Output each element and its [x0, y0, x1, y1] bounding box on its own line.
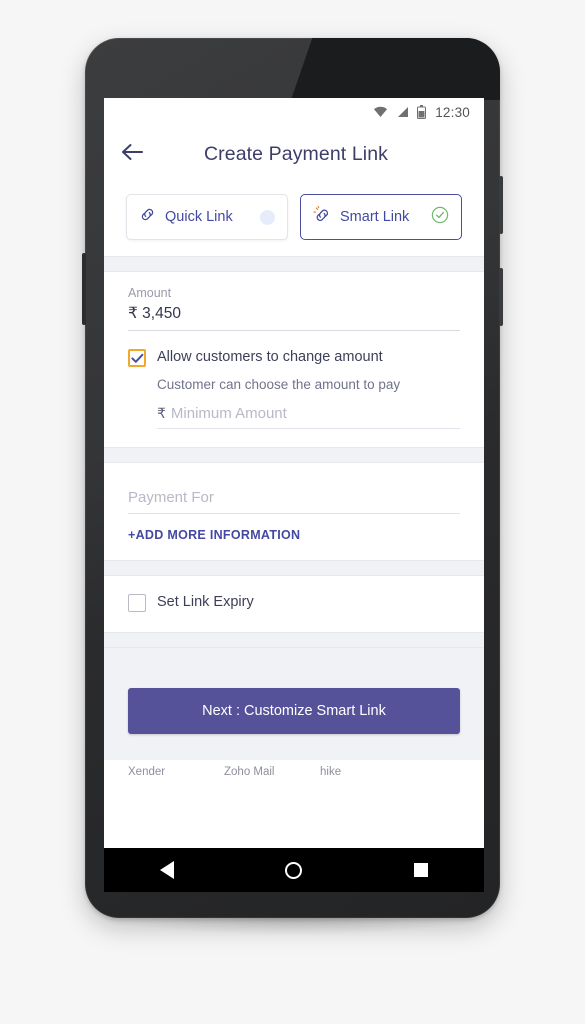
- tab-quick-link-label: Quick Link: [165, 209, 233, 225]
- amount-value: ₹ 3,450: [128, 305, 181, 322]
- allow-change-checkbox[interactable]: [128, 349, 146, 367]
- set-expiry-label: Set Link Expiry: [157, 594, 254, 610]
- home-screen-peek: Xender Zoho Mail hike: [104, 760, 484, 822]
- rupee-icon: ₹: [157, 405, 166, 421]
- chain-link-icon: [139, 206, 156, 228]
- signal-icon: [396, 106, 409, 118]
- tab-smart-link-label: Smart Link: [340, 209, 410, 225]
- smart-chain-link-icon: [313, 205, 331, 229]
- next-customize-smart-link-button[interactable]: Next : Customize Smart Link: [128, 688, 460, 734]
- phone-frame: 12:30 Create Payment Link Quick Link Sma…: [82, 38, 503, 918]
- phone-screen: 12:30 Create Payment Link Quick Link Sma…: [104, 98, 484, 848]
- page-title: Create Payment Link: [204, 142, 388, 165]
- arrow-left-icon: [121, 143, 143, 166]
- volume-down-button[interactable]: [499, 268, 503, 326]
- allow-change-row[interactable]: Allow customers to change amount: [104, 331, 484, 367]
- app-label-xender[interactable]: Xender: [128, 766, 224, 822]
- amount-label: Amount: [128, 286, 172, 300]
- tab-smart-link[interactable]: Smart Link: [300, 194, 462, 240]
- minimum-amount-field[interactable]: ₹ Minimum Amount: [104, 392, 484, 429]
- cta-area: Next : Customize Smart Link: [104, 648, 484, 760]
- bezel-gloss: [85, 38, 500, 100]
- green-check-circle-icon: [431, 206, 449, 229]
- empty-circle-icon: [260, 209, 275, 225]
- allow-change-sublabel: Customer can choose the amount to pay: [157, 377, 401, 392]
- tab-quick-link-indicator[interactable]: [260, 209, 275, 225]
- amount-field[interactable]: Amount ₹ 3,450: [104, 272, 484, 331]
- app-label-zoho-mail[interactable]: Zoho Mail: [224, 766, 320, 822]
- battery-icon: [417, 105, 427, 119]
- payment-for-field[interactable]: Payment For: [104, 463, 484, 514]
- payment-for-placeholder: Payment For: [128, 489, 214, 506]
- nav-back-triangle-icon: [160, 861, 175, 879]
- status-bar: 12:30: [104, 98, 484, 126]
- volume-button[interactable]: [82, 253, 86, 325]
- set-expiry-row[interactable]: Set Link Expiry: [104, 576, 484, 612]
- nav-recents-button[interactable]: [386, 848, 456, 892]
- nav-back-button[interactable]: [132, 848, 202, 892]
- set-link-expiry-section: Set Link Expiry: [104, 576, 484, 632]
- tab-quick-link[interactable]: Quick Link: [126, 194, 288, 240]
- nav-recents-square-icon: [413, 863, 428, 877]
- nav-home-circle-icon: [285, 861, 303, 879]
- tab-smart-link-indicator[interactable]: [431, 206, 449, 229]
- nav-home-button[interactable]: [259, 848, 329, 892]
- back-button[interactable]: [104, 143, 160, 166]
- payment-for-section: Payment For +ADD MORE INFORMATION: [104, 463, 484, 560]
- app-bar: Create Payment Link: [104, 126, 484, 182]
- set-expiry-checkbox[interactable]: [128, 594, 146, 612]
- allow-change-label: Allow customers to change amount: [157, 349, 383, 365]
- section-divider-2: [104, 447, 484, 463]
- section-divider: [104, 256, 484, 272]
- android-nav-bar: [104, 848, 484, 892]
- section-divider-3: [104, 560, 484, 576]
- status-bar-clock: 12:30: [435, 104, 470, 120]
- app-label-hike[interactable]: hike: [320, 766, 416, 822]
- link-type-tabs: Quick Link Smart Link: [104, 182, 484, 256]
- add-more-information-button[interactable]: +ADD MORE INFORMATION: [104, 514, 484, 560]
- amount-section: Amount ₹ 3,450 Allow customers to change…: [104, 272, 484, 447]
- minimum-amount-placeholder: Minimum Amount: [170, 405, 287, 422]
- power-button[interactable]: [499, 176, 503, 234]
- wifi-icon: [373, 106, 388, 118]
- section-divider-4: [104, 632, 484, 648]
